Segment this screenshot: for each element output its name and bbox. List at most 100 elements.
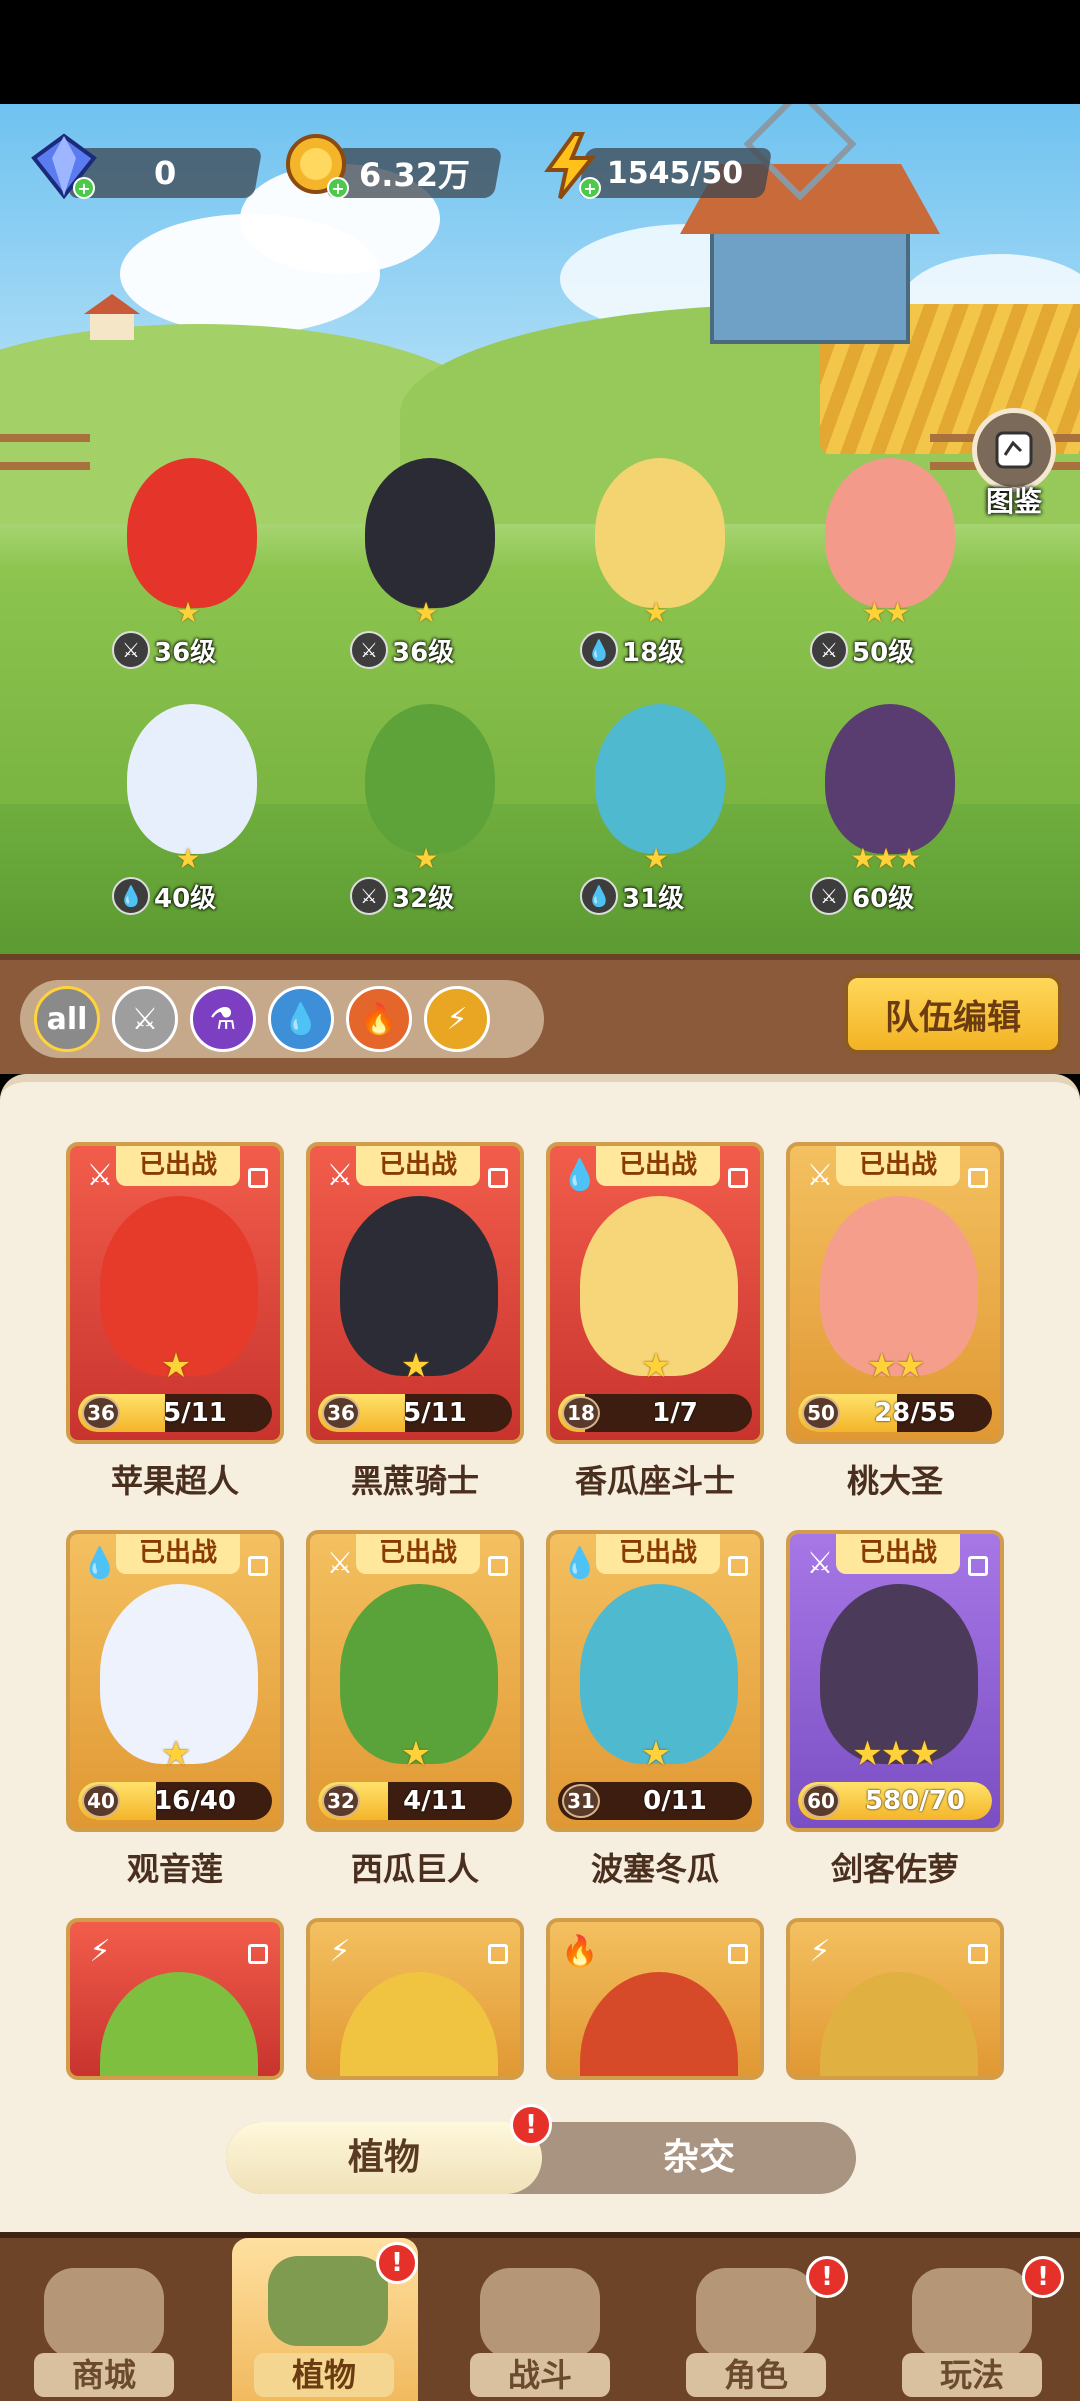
card-level-badge: 36	[322, 1396, 360, 1430]
shard-progress-bar: 36 5/11	[318, 1394, 512, 1432]
element-icon: ⚔	[806, 1546, 834, 1581]
card-level-badge: 32	[322, 1784, 360, 1818]
card-level-badge: 60	[802, 1784, 840, 1818]
tab-hybrid[interactable]: 杂交	[542, 2122, 856, 2194]
alert-badge: !	[510, 2104, 552, 2146]
shard-progress-text: 28/55	[874, 1398, 956, 1428]
slot-icon	[248, 1168, 268, 1188]
plant-name: 观音莲	[126, 1850, 223, 1888]
unit-stars: ★★★	[850, 842, 921, 875]
unit-stars: ★	[175, 842, 200, 875]
water-icon: 💧	[112, 877, 150, 915]
plants-icon	[268, 2256, 388, 2346]
slot-icon	[728, 1168, 748, 1188]
plant-card[interactable]: 🔥	[546, 1918, 764, 2080]
slot-icon	[728, 1556, 748, 1576]
bottom-nav: 商城 植物 战斗 角色 玩法 ! ! !	[0, 2232, 1080, 2401]
slot-icon	[248, 1944, 268, 1964]
alert-badge: !	[1022, 2256, 1064, 2298]
field-unit[interactable]: ★ ⚔ 36级	[330, 438, 520, 669]
field-unit[interactable]: ★ ⚔ 36级	[92, 438, 282, 670]
unit-portrait	[825, 458, 955, 608]
plant-card[interactable]: ⚡	[306, 1918, 524, 2080]
unit-level: ⚔ 36级	[112, 630, 216, 670]
shard-progress-text: 1/7	[652, 1398, 698, 1428]
windmill-icon	[480, 2268, 600, 2358]
filter-potion-tab[interactable]: ⚗	[190, 986, 256, 1052]
filter-lightning-tab[interactable]: ⚡	[424, 986, 490, 1052]
card-stars: ★	[640, 1734, 671, 1774]
card-stars: ★★	[866, 1346, 926, 1386]
shard-progress-bar: 32 4/11	[318, 1782, 512, 1820]
unit-portrait	[825, 704, 955, 854]
unit-level: ⚔ 50级	[810, 630, 914, 670]
lightning-icon: +	[534, 130, 606, 202]
shard-progress-bar: 50 28/55	[798, 1394, 992, 1432]
plant-card[interactable]: 已出战 💧 ★ 40 16/40	[66, 1530, 284, 1832]
plant-card[interactable]: 已出战 ⚔ ★ 36 5/11	[306, 1142, 524, 1444]
nav-shop[interactable]: 商城	[4, 2260, 204, 2401]
element-filter-group: all ⚔ ⚗ 💧 🔥 ⚡	[20, 980, 544, 1058]
shard-progress-text: 5/11	[163, 1398, 227, 1428]
card-stars: ★	[400, 1346, 431, 1386]
plant-name: 苹果超人	[110, 1462, 239, 1500]
plant-name: 剑客佐萝	[830, 1850, 959, 1888]
unit-stars: ★	[175, 596, 200, 629]
deployed-tag: 已出战	[116, 1146, 240, 1186]
field-unit[interactable]: ★ ⚔ 32级	[330, 684, 520, 915]
card-level-badge: 36	[82, 1396, 120, 1430]
team-edit-button[interactable]: 队伍编辑	[844, 974, 1062, 1054]
lightning-icon: ⚡	[446, 1001, 468, 1037]
fence	[0, 434, 90, 470]
filter-water-tab[interactable]: 💧	[268, 986, 334, 1052]
plant-card[interactable]: 已出战 💧 ★ 18 1/7	[546, 1142, 764, 1444]
plant-name: 香瓜座斗士	[574, 1462, 735, 1500]
gameplay-icon	[912, 2268, 1032, 2358]
codex-button[interactable]: 图鉴	[968, 408, 1060, 518]
element-icon: 💧	[561, 1158, 599, 1193]
plant-card[interactable]: ⚡	[786, 1918, 1004, 2080]
element-icon: ⚔	[806, 1158, 834, 1193]
deployed-tag: 已出战	[596, 1534, 720, 1574]
plant-portrait	[820, 1972, 978, 2076]
alert-badge: !	[806, 2256, 848, 2298]
deployed-tag: 已出战	[836, 1146, 960, 1186]
deployed-tag: 已出战	[116, 1534, 240, 1574]
water-icon: 💧	[580, 631, 618, 669]
plant-card[interactable]: 已出战 ⚔ ★★★ 60 580/70	[786, 1530, 1004, 1832]
filter-fire-tab[interactable]: 🔥	[346, 986, 412, 1052]
svg-text:+: +	[77, 179, 90, 198]
diamond-icon: +	[28, 130, 100, 202]
element-icon: 🔥	[561, 1934, 599, 1969]
plant-card[interactable]: 已出战 ⚔ ★ 36 5/11	[66, 1142, 284, 1444]
slot-icon	[968, 1168, 988, 1188]
tab-plants[interactable]: 植物	[226, 2122, 542, 2194]
shard-progress-text: 16/40	[154, 1786, 236, 1816]
filter-all-tab[interactable]: all	[34, 986, 100, 1052]
filter-sword-tab[interactable]: ⚔	[112, 986, 178, 1052]
water-icon: 💧	[282, 1001, 320, 1037]
plant-card[interactable]: 已出战 ⚔ ★ 32 4/11	[306, 1530, 524, 1832]
field-unit[interactable]: ★★ ⚔ 50级	[790, 438, 980, 670]
field-unit[interactable]: ★★★ ⚔ 60级	[790, 684, 980, 916]
deployed-tag: 已出战	[356, 1534, 480, 1574]
energy-counter[interactable]: 1545/50	[577, 148, 773, 198]
plant-card[interactable]: 已出战 ⚔ ★★ 50 28/55	[786, 1142, 1004, 1444]
character-icon	[696, 2268, 816, 2358]
slot-icon	[488, 1556, 508, 1576]
field-unit[interactable]: ★ 💧 31级	[560, 684, 750, 915]
unit-level: ⚔ 60级	[810, 876, 914, 916]
card-stars: ★★★	[852, 1734, 939, 1774]
unit-portrait	[127, 704, 257, 854]
field-unit[interactable]: ★ 💧 18级	[560, 438, 750, 669]
field-unit[interactable]: ★ 💧 40级	[92, 684, 282, 915]
slot-icon	[488, 1168, 508, 1188]
plant-card[interactable]: ⚡	[66, 1918, 284, 2080]
plant-card[interactable]: 已出战 💧 ★ 31 0/11	[546, 1530, 764, 1832]
card-stars: ★	[400, 1734, 431, 1774]
nav-battle[interactable]: 战斗	[440, 2260, 640, 2401]
unit-portrait	[365, 458, 495, 608]
shard-progress-text: 5/11	[403, 1398, 467, 1428]
nav-label: 植物	[254, 2353, 394, 2397]
slot-icon	[968, 1556, 988, 1576]
